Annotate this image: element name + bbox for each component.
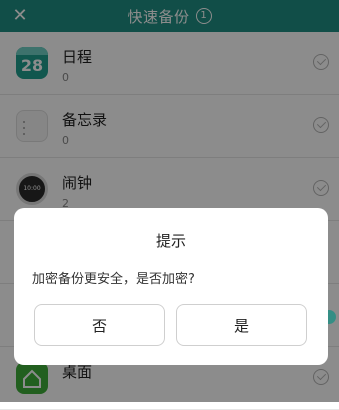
yes-button[interactable]: 是 xyxy=(176,304,307,346)
encrypt-dialog: 提示 加密备份更安全，是否加密? 否 是 xyxy=(14,208,328,365)
dialog-title: 提示 xyxy=(155,232,186,250)
dialog-message: 加密备份更安全，是否加密? xyxy=(32,272,195,287)
no-button[interactable]: 否 xyxy=(34,304,165,346)
